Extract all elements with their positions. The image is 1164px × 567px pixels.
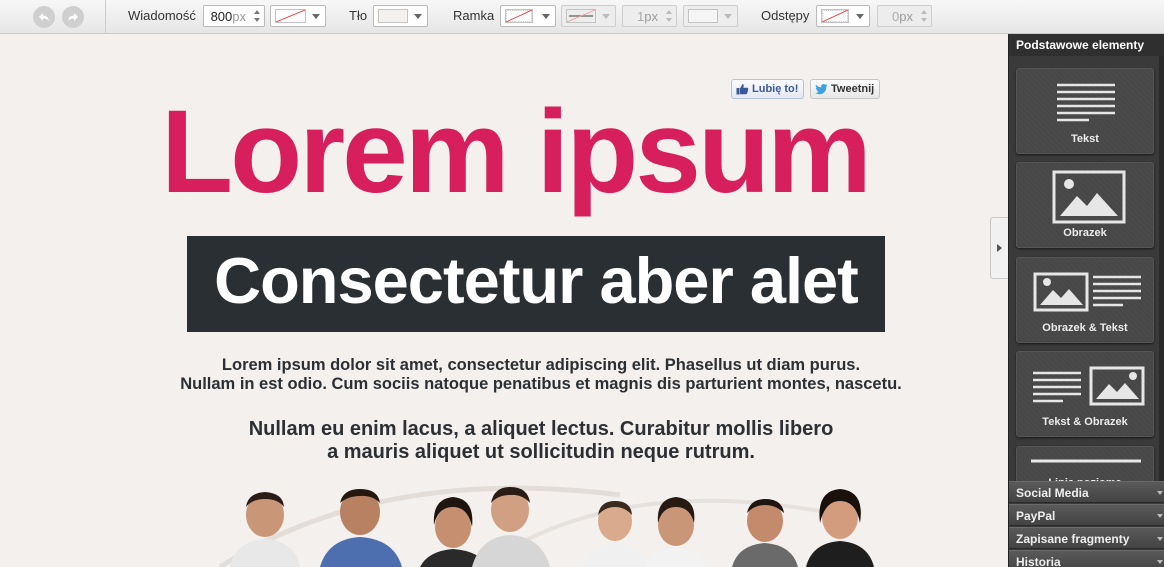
image-icon — [1052, 170, 1126, 224]
paragraph-2-line-1: Nullam eu enim lacus, a aliquet lectus. … — [248, 418, 834, 440]
chevron-down-icon — [724, 14, 732, 19]
undo-icon — [39, 13, 49, 21]
tile-image-label: Obrazek — [1063, 227, 1107, 239]
text-image-icon — [1033, 366, 1145, 406]
subheadline: Consectetur aber alet — [214, 244, 859, 317]
redo-button[interactable] — [62, 6, 84, 28]
tile-image-text-label: Obrazek & Tekst — [1042, 322, 1128, 334]
border-color-swatch — [505, 9, 533, 23]
chevron-down-icon — [414, 14, 422, 19]
border-second-color-swatch — [688, 9, 718, 23]
background-color-picker[interactable] — [373, 5, 428, 27]
sidebar-header[interactable]: Podstawowe elementy — [1009, 34, 1164, 56]
paragraph-2-line-2: a mauris aliquet ut sollicitudin neque r… — [327, 441, 755, 463]
spacing-value: 0px — [892, 9, 913, 24]
chevron-right-icon — [997, 244, 1002, 252]
subheadline-block[interactable]: Consectetur aber alet — [187, 236, 885, 332]
paragraph-1-line-1: Lorem ipsum dolor sit amet, consectetur … — [221, 356, 861, 374]
chevron-down-icon — [312, 14, 320, 19]
background-color-swatch — [378, 9, 408, 23]
sidebar-toggle-tab[interactable] — [990, 217, 1009, 279]
chevron-down-icon — [602, 14, 610, 19]
tile-text-image-label: Tekst & Obrazek — [1042, 416, 1128, 428]
border-second-color-picker[interactable] — [683, 5, 738, 27]
image-text-icon — [1033, 272, 1141, 312]
message-width-value: 800px — [210, 9, 246, 24]
message-label: Wiadomość — [128, 8, 196, 23]
border-width-input[interactable]: 1px — [622, 5, 677, 27]
accordion-social-media[interactable]: Social Media — [1009, 481, 1164, 503]
spacing-stepper[interactable] — [919, 8, 929, 24]
background-label: Tło — [349, 8, 368, 23]
sidebar: Podstawowe elementy Tekst Obrazek Obraze… — [1008, 34, 1164, 567]
spacing-color-picker[interactable] — [816, 5, 870, 27]
redo-icon — [68, 13, 78, 21]
spacing-value-input[interactable]: 0px — [877, 5, 932, 27]
spacing-label: Odstępy — [761, 8, 810, 23]
accordion-history[interactable]: Historia — [1009, 550, 1164, 567]
paragraph-1-line-2: Nullam in est odio. Cum sociis natoque p… — [180, 375, 902, 393]
tile-image[interactable]: Obrazek — [1016, 162, 1154, 248]
chevron-down-icon — [542, 14, 550, 19]
message-width-input[interactable]: 800px — [203, 5, 265, 27]
message-width-stepper[interactable] — [252, 8, 262, 24]
message-color-picker[interactable] — [270, 5, 326, 27]
paragraph-1[interactable]: Lorem ipsum dolor sit amet, consectetur … — [0, 356, 1008, 394]
tile-text-image[interactable]: Tekst & Obrazek — [1016, 351, 1154, 437]
accordion-paypal[interactable]: PayPal — [1009, 504, 1164, 526]
border-label: Ramka — [453, 8, 495, 23]
tile-text[interactable]: Tekst — [1016, 68, 1154, 154]
people-group-image[interactable] — [200, 475, 900, 567]
toolbar: Wiadomość 800px Tło Ramka 1px Odstępy 0p… — [0, 0, 1164, 34]
spacing-color-swatch — [821, 9, 849, 23]
sidebar-scrollbar[interactable] — [1159, 56, 1164, 481]
tile-text-label: Tekst — [1071, 133, 1099, 145]
border-width-stepper[interactable] — [664, 8, 674, 24]
chevron-down-icon — [856, 14, 864, 19]
undo-button[interactable] — [33, 6, 55, 28]
headline[interactable]: Lorem ipsum — [0, 93, 1008, 211]
paragraph-2[interactable]: Nullam eu enim lacus, a aliquet lectus. … — [0, 418, 1008, 464]
border-width-value: 1px — [637, 9, 658, 24]
tile-image-text[interactable]: Obrazek & Tekst — [1016, 257, 1154, 343]
message-color-swatch — [275, 9, 306, 23]
border-color-picker[interactable] — [500, 5, 556, 27]
text-block-icon — [1057, 83, 1115, 122]
email-canvas: Lubię to! Tweetnij Lorem ipsum Consectet… — [0, 35, 1008, 567]
border-style-swatch — [566, 9, 596, 23]
accordion-saved-fragments[interactable]: Zapisane fragmenty — [1009, 527, 1164, 549]
toolbar-separator — [105, 0, 106, 34]
border-style-select[interactable] — [561, 5, 616, 27]
